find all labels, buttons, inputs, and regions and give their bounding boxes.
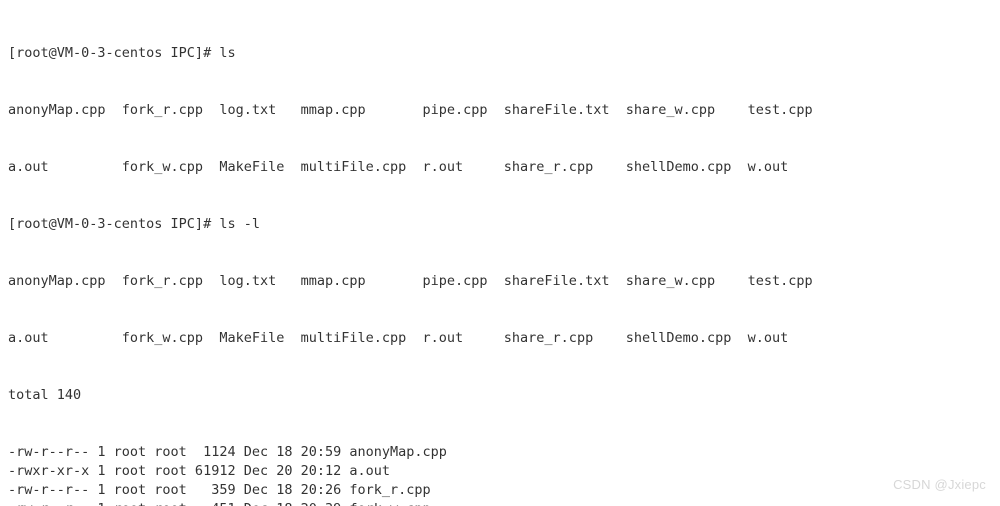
listing-row: -rw-r--r-- 1 root root 359 Dec 18 20:26 …	[8, 481, 992, 500]
ls-output-row: anonyMap.cpp fork_r.cpp log.txt mmap.cpp…	[8, 101, 992, 120]
listing-row: -rw-r--r-- 1 root root 451 Dec 18 20:39 …	[8, 500, 992, 506]
command-ls: ls	[219, 45, 235, 61]
prompt-line-ls[interactable]: [root@VM-0-3-centos IPC]# ls	[8, 44, 992, 63]
listing-container: -rw-r--r-- 1 root root 1124 Dec 18 20:59…	[8, 443, 992, 506]
prompt-line-lsl[interactable]: [root@VM-0-3-centos IPC]# ls -l	[8, 215, 992, 234]
shell-prompt: [root@VM-0-3-centos IPC]#	[8, 45, 219, 61]
shell-prompt: [root@VM-0-3-centos IPC]#	[8, 216, 219, 232]
ls-output-row: anonyMap.cpp fork_r.cpp log.txt mmap.cpp…	[8, 272, 992, 291]
total-line: total 140	[8, 386, 992, 405]
listing-row: -rwxr-xr-x 1 root root 61912 Dec 20 20:1…	[8, 462, 992, 481]
terminal-output: [root@VM-0-3-centos IPC]# ls anonyMap.cp…	[0, 0, 1000, 506]
command-lsl: ls -l	[219, 216, 260, 232]
ls-output-row: a.out fork_w.cpp MakeFile multiFile.cpp …	[8, 158, 992, 177]
listing-row: -rw-r--r-- 1 root root 1124 Dec 18 20:59…	[8, 443, 992, 462]
ls-output-row: a.out fork_w.cpp MakeFile multiFile.cpp …	[8, 329, 992, 348]
